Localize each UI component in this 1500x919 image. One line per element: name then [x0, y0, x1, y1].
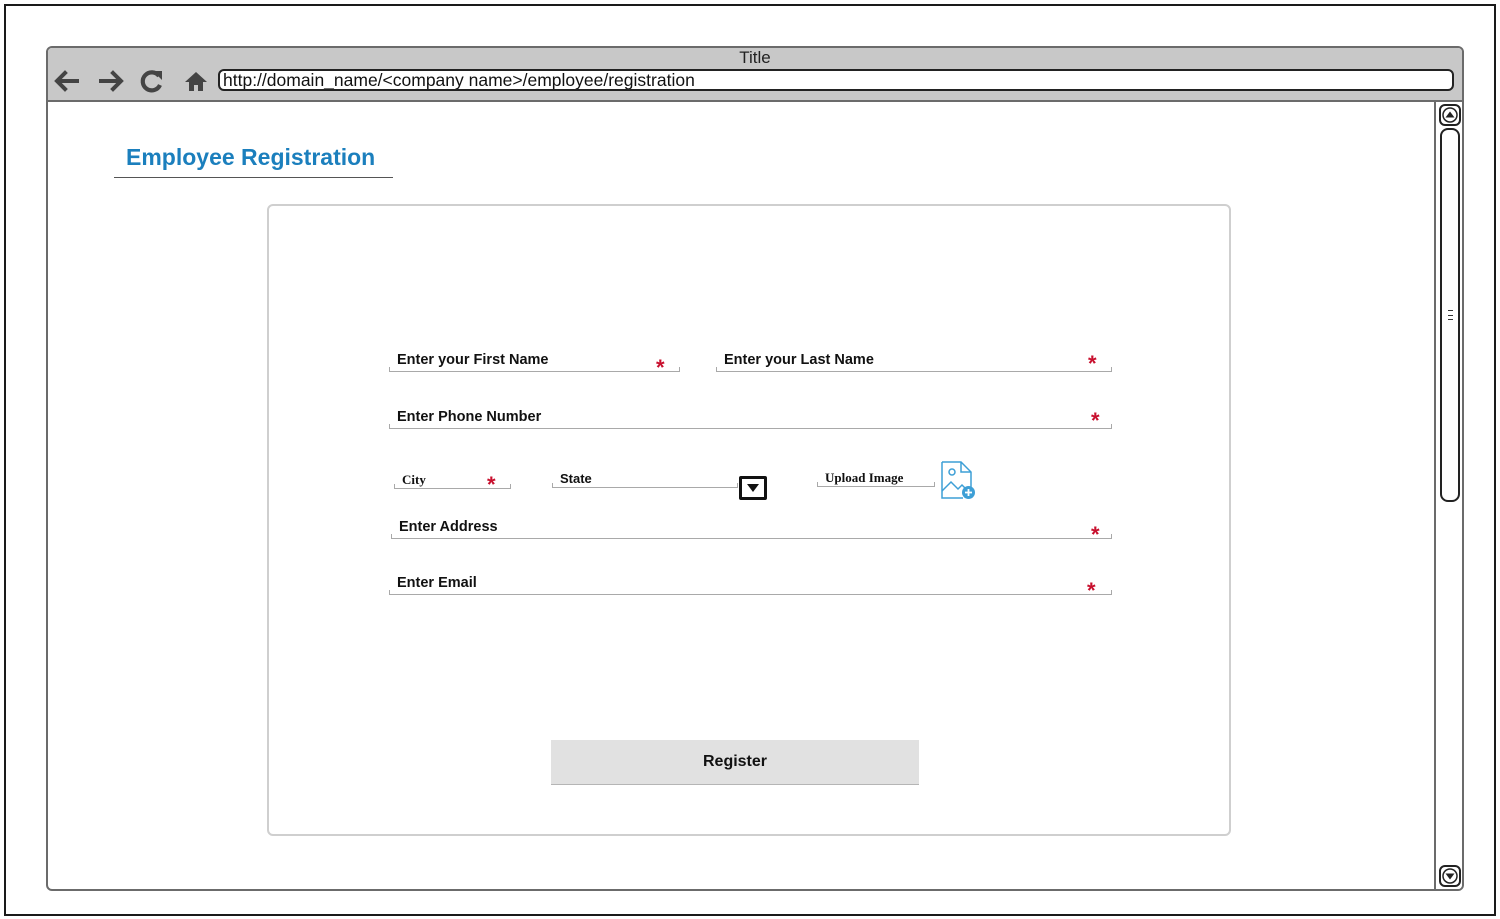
required-asterisk: * — [1087, 578, 1096, 603]
phone-field[interactable]: Enter Phone Number * — [389, 408, 1112, 433]
city-field[interactable]: City * — [394, 469, 511, 496]
state-label: State — [560, 471, 592, 486]
forward-arrow-icon[interactable] — [98, 68, 126, 94]
canvas-frame: Title http://domain_name/<company name>/… — [4, 4, 1496, 916]
required-asterisk: * — [487, 472, 496, 497]
register-button[interactable]: Register — [551, 740, 919, 785]
phone-label: Enter Phone Number — [397, 409, 542, 425]
back-arrow-icon[interactable] — [52, 68, 80, 94]
image-upload-icon[interactable] — [939, 459, 977, 501]
required-asterisk: * — [1088, 351, 1097, 376]
last-name-field[interactable]: Enter your Last Name * — [716, 351, 1112, 376]
upload-image-field[interactable]: Upload Image — [817, 467, 935, 487]
first-name-label: Enter your First Name — [397, 352, 549, 368]
required-asterisk: * — [1091, 522, 1100, 547]
required-asterisk: * — [656, 355, 665, 380]
scroll-up-icon[interactable] — [1439, 104, 1461, 126]
city-label: City — [402, 472, 426, 487]
grip-icon — [1448, 310, 1453, 320]
browser-window: Title http://domain_name/<company name>/… — [46, 46, 1464, 891]
email-label: Enter Email — [397, 575, 477, 591]
state-select[interactable]: State — [552, 468, 738, 488]
last-name-label: Enter your Last Name — [724, 352, 874, 368]
address-label: Enter Address — [399, 519, 498, 535]
scroll-down-icon[interactable] — [1439, 865, 1461, 887]
upload-image-label: Upload Image — [825, 470, 904, 485]
address-field[interactable]: Enter Address * — [391, 519, 1112, 546]
window-title: Title — [739, 48, 771, 67]
first-name-field[interactable]: Enter your First Name * — [389, 352, 680, 379]
chevron-down-icon[interactable] — [739, 476, 767, 500]
home-icon[interactable] — [182, 68, 210, 94]
required-asterisk: * — [1091, 408, 1100, 433]
scroll-thumb[interactable] — [1440, 128, 1460, 502]
browser-toolbar: Title http://domain_name/<company name>/… — [48, 48, 1462, 102]
vertical-scrollbar[interactable] — [1434, 102, 1462, 889]
email-field[interactable]: Enter Email * — [389, 575, 1112, 602]
registration-form: Enter your First Name * Enter your Last … — [267, 204, 1231, 836]
page-title: Employee Registration — [114, 144, 393, 178]
reload-icon[interactable] — [138, 68, 166, 94]
url-input[interactable]: http://domain_name/<company name>/employ… — [218, 69, 1454, 91]
